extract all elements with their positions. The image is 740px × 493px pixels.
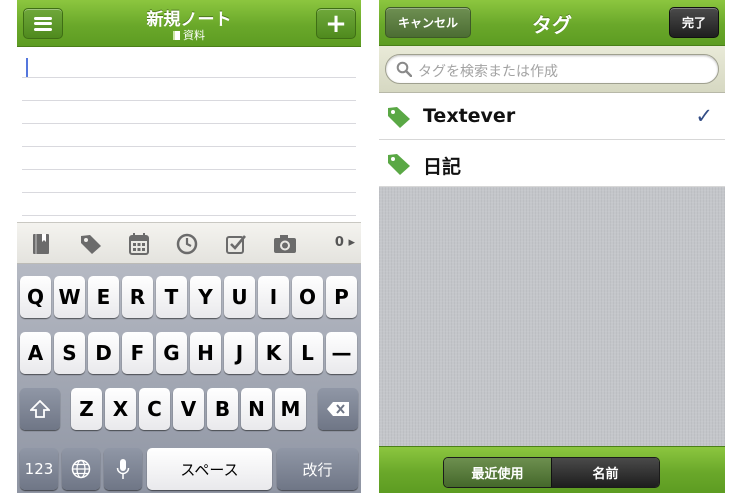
key-o[interactable]: O <box>292 276 323 318</box>
plus-icon: + <box>325 8 347 39</box>
key-n[interactable]: N <box>241 388 272 430</box>
ruled-line <box>22 215 356 216</box>
tag-row[interactable]: Textever ✓ <box>379 93 725 140</box>
key-l[interactable]: L <box>292 332 323 374</box>
notebook-icon <box>173 31 180 40</box>
key-p[interactable]: P <box>326 276 357 318</box>
key-t[interactable]: T <box>156 276 187 318</box>
ruled-line <box>22 192 356 193</box>
key-c[interactable]: C <box>139 388 170 430</box>
text-cursor <box>26 58 28 78</box>
key-a[interactable]: A <box>20 332 51 374</box>
key-dash[interactable]: — <box>326 332 357 374</box>
key-f[interactable]: F <box>122 332 153 374</box>
tag-navbar: キャンセル タグ 完了 <box>379 0 725 46</box>
note-body[interactable] <box>17 48 361 222</box>
key-i[interactable]: I <box>258 276 289 318</box>
key-d[interactable]: D <box>88 332 119 374</box>
globe-icon <box>71 459 91 479</box>
done-button[interactable]: 完了 <box>669 7 719 38</box>
backspace-icon <box>327 402 349 416</box>
attachment-count-value: 0 <box>334 235 344 250</box>
space-key[interactable]: スペース <box>147 448 272 490</box>
tag-search-bar: タグを検索または作成 <box>379 46 725 93</box>
empty-background <box>379 187 725 446</box>
cancel-button[interactable]: キャンセル <box>385 7 471 38</box>
ruled-line <box>22 100 356 101</box>
note-navbar: 新規ノート 資料 + <box>17 0 361 47</box>
return-key[interactable]: 改行 <box>277 448 358 490</box>
tag-search-input[interactable]: タグを検索または作成 <box>385 54 719 84</box>
ruled-line <box>22 169 356 170</box>
tag-label: 日記 <box>423 156 462 178</box>
tag-screen-title: タグ <box>532 13 572 37</box>
key-g[interactable]: G <box>156 332 187 374</box>
sort-name-button[interactable]: 名前 <box>551 458 659 487</box>
key-j[interactable]: J <box>224 332 255 374</box>
notebook-name: 資料 <box>183 29 205 42</box>
camera-icon[interactable] <box>273 232 297 256</box>
key-b[interactable]: B <box>207 388 238 430</box>
key-s[interactable]: S <box>54 332 85 374</box>
menu-button[interactable] <box>23 8 63 39</box>
key-k[interactable]: K <box>258 332 289 374</box>
hamburger-icon <box>34 16 52 31</box>
delete-key[interactable] <box>318 388 358 430</box>
tag-label: Textever <box>423 105 516 127</box>
shift-arrow-icon <box>30 400 50 418</box>
screenshot-root: 新規ノート 資料 + 0 ▸ Q W E R T Y U I O P A S D… <box>0 0 740 493</box>
checkbox-icon[interactable] <box>224 232 248 256</box>
key-w[interactable]: W <box>54 276 85 318</box>
numbers-key[interactable]: 123 <box>20 448 58 490</box>
notebook-icon[interactable] <box>29 232 53 256</box>
tag-icon[interactable] <box>79 232 103 256</box>
checkmark-icon: ✓ <box>695 104 713 128</box>
key-q[interactable]: Q <box>20 276 51 318</box>
key-u[interactable]: U <box>224 276 255 318</box>
tag-icon <box>388 107 410 128</box>
tag-row[interactable]: 日記 <box>379 140 725 187</box>
key-m[interactable]: M <box>275 388 306 430</box>
add-button[interactable]: + <box>316 8 356 39</box>
microphone-key[interactable] <box>104 448 142 490</box>
key-v[interactable]: V <box>173 388 204 430</box>
key-h[interactable]: H <box>190 332 221 374</box>
note-editor-screen: 新規ノート 資料 + 0 ▸ Q W E R T Y U I O P A S D… <box>17 0 361 493</box>
key-e[interactable]: E <box>88 276 119 318</box>
software-keyboard: Q W E R T Y U I O P A S D F G H J K L — … <box>17 264 361 493</box>
search-placeholder: タグを検索または作成 <box>418 64 558 80</box>
tag-picker-screen: キャンセル タグ 完了 タグを検索または作成 Textever ✓ 日記 最近使… <box>379 0 725 493</box>
sort-bar: 最近使用 名前 <box>379 446 725 493</box>
ruled-line <box>22 77 356 78</box>
sort-recent-button[interactable]: 最近使用 <box>444 458 551 487</box>
key-r[interactable]: R <box>122 276 153 318</box>
search-icon <box>396 61 412 77</box>
notebook-label[interactable]: 資料 <box>77 27 301 43</box>
tag-icon <box>388 154 410 175</box>
ruled-line <box>22 123 356 124</box>
microphone-icon <box>116 459 130 479</box>
key-z[interactable]: Z <box>71 388 102 430</box>
ruled-line <box>22 146 356 147</box>
attachment-count[interactable]: 0 ▸ <box>335 235 355 250</box>
clock-icon[interactable] <box>175 232 199 256</box>
key-x[interactable]: X <box>105 388 136 430</box>
note-toolbar: 0 ▸ <box>17 222 361 264</box>
calendar-icon[interactable] <box>127 232 151 256</box>
globe-key[interactable] <box>62 448 100 490</box>
sort-segmented-control: 最近使用 名前 <box>443 457 660 488</box>
shift-key[interactable] <box>20 388 60 430</box>
chevron-right-icon: ▸ <box>343 235 355 250</box>
key-y[interactable]: Y <box>190 276 221 318</box>
